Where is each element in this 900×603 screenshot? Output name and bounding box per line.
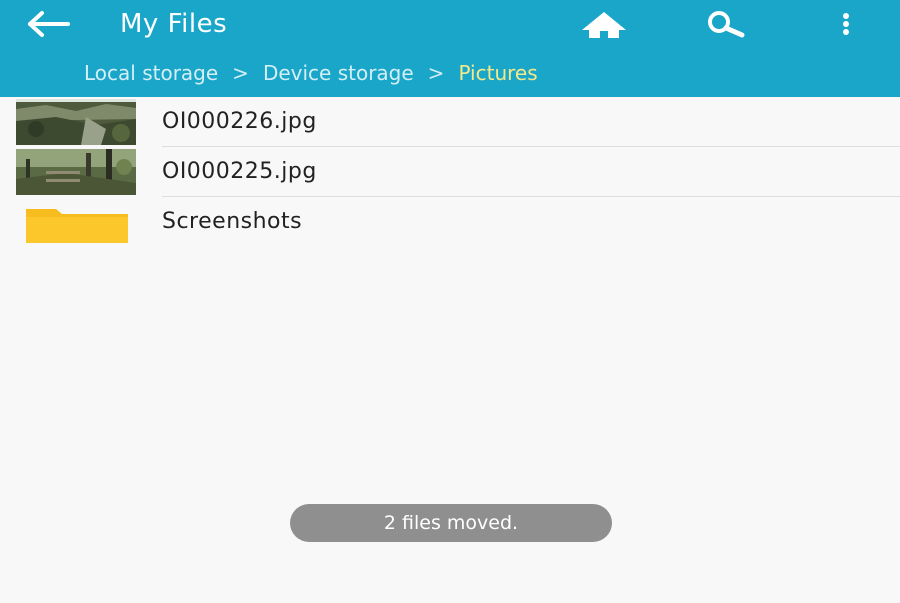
file-name: OI000226.jpg	[162, 109, 317, 134]
more-vertical-icon	[843, 13, 849, 35]
file-name: OI000225.jpg	[162, 159, 317, 184]
toast-message: 2 files moved.	[290, 504, 612, 542]
list-item[interactable]: Screenshots	[0, 197, 900, 247]
search-button[interactable]	[692, 4, 756, 44]
list-item[interactable]: OI000226.jpg	[0, 97, 900, 147]
folder-icon	[16, 199, 136, 245]
search-icon	[708, 11, 745, 38]
home-button[interactable]	[572, 4, 636, 44]
folder-name: Screenshots	[162, 209, 303, 234]
image-thumbnail-icon	[16, 99, 136, 145]
more-options-button[interactable]	[826, 4, 866, 44]
breadcrumb-separator: >	[427, 61, 445, 85]
breadcrumb-device-storage[interactable]: Device storage	[263, 61, 414, 85]
image-thumbnail-icon	[16, 149, 136, 195]
page-title: My Files	[120, 9, 228, 39]
app-bar: My Files Local storage > Device storage > Pi…	[0, 0, 900, 97]
home-icon	[582, 12, 626, 38]
breadcrumb: Local storage > Device storage > Pictures	[84, 58, 538, 88]
list-item[interactable]: OI000225.jpg	[0, 147, 900, 197]
breadcrumb-local-storage[interactable]: Local storage	[84, 61, 218, 85]
my-files-screen: My Files Local storage > Device storage > Pi…	[0, 0, 900, 603]
arrow-left-icon	[28, 11, 70, 37]
breadcrumb-separator: >	[232, 61, 249, 85]
breadcrumb-pictures: Pictures	[458, 61, 538, 85]
file-list: OI000226.jpg OI000225.jpg Screenshots	[0, 97, 900, 247]
back-button[interactable]	[22, 6, 78, 42]
